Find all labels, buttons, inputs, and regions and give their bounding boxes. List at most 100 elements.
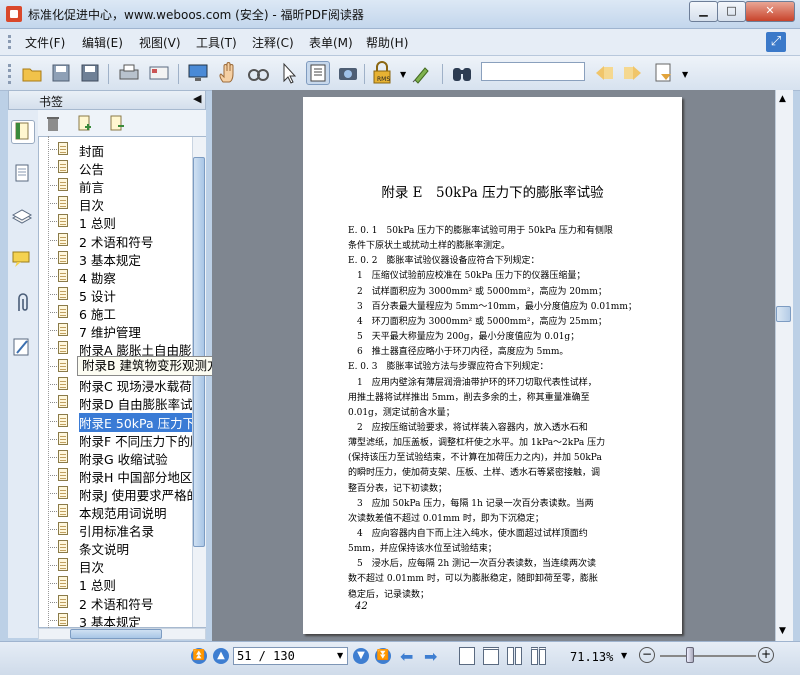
bookmark-item[interactable]: 引用标准名录 [39,520,193,539]
document-scroll-thumb[interactable] [776,306,791,322]
open-folder-icon[interactable] [20,61,44,85]
maximize-button[interactable]: □ [717,1,746,22]
collapse-panel-icon[interactable]: ◀ [193,92,201,105]
snapshot-camera-icon[interactable] [336,61,360,85]
full-screen-monitor-icon[interactable] [186,61,210,85]
pages-tab-icon[interactable] [11,162,33,184]
facing-view-icon[interactable] [507,647,514,665]
bookmark-item[interactable]: 附录J 使用要求严格的地面构造 [39,484,205,503]
add-child-bookmark-icon[interactable] [108,114,126,132]
close-button[interactable]: ✕ [745,1,795,22]
sign-pen-icon[interactable] [410,61,434,85]
page-text-line: 3 百分表最大量程应为 5mm～10mm，最小分度值应为 0.01mm； [348,301,637,312]
print-icon[interactable] [117,61,141,85]
bookmark-item[interactable]: 本规范用词说明 [39,502,193,521]
page-dropdown-icon[interactable]: ▼ [337,651,343,660]
select-text-icon[interactable] [306,61,330,85]
bookmark-item[interactable]: 2 术语和符号 [39,231,193,250]
bookmark-item[interactable]: 附录G 收缩试验 [39,448,193,467]
bookmark-item[interactable]: 目次 [39,194,193,213]
bookmark-item[interactable]: 附录H 中国部分地区的蒸发力及降水量表 [39,466,205,485]
bookmarks-hscroll-thumb[interactable] [70,629,162,639]
comments-tab-icon[interactable] [11,248,33,270]
bookmark-item[interactable]: 附录E 50kPa 压力下的膨胀率试验 [39,412,205,432]
rms-lock-icon[interactable]: RMS [369,61,399,85]
find-previous-icon[interactable] [592,61,616,85]
zoom-glasses-icon[interactable] [246,61,270,85]
binoculars-icon[interactable] [450,61,474,85]
add-bookmark-icon[interactable] [76,114,94,132]
document-vertical-scrollbar[interactable]: ▲ ▼ [775,90,793,641]
bookmark-item[interactable]: 附录C 现场浸水载荷试验 [39,375,205,394]
zoom-dropdown-icon[interactable]: ▼ [621,651,627,660]
page-text-line: 1 应用内壁涂有薄层润滑油带护环的环刀切取代表性试样， [348,377,597,388]
menu-item[interactable]: 文件(F) [25,34,65,51]
menu-item[interactable]: 工具(T) [196,34,237,51]
bookmark-item[interactable]: 附录F 不同压力下的膨胀率及膨胀力试验 [39,430,205,449]
hand-tool-icon[interactable] [216,61,240,85]
tree-connector [50,149,57,150]
find-next-icon[interactable] [621,61,645,85]
zoom-in-icon[interactable]: + [758,647,774,663]
zoom-slider-track[interactable] [660,655,756,657]
select-arrow-icon[interactable] [276,61,300,85]
bookmark-item[interactable]: 目次 [39,556,193,575]
continuous-facing-view-icon[interactable] [531,647,538,665]
dropdown-arrow-icon[interactable]: ▼ [682,70,688,79]
zoom-level[interactable]: 71.13% [570,650,613,664]
menu-item[interactable]: 表单(M) [309,34,353,51]
page-number-field[interactable]: 51 / 130 [233,647,348,665]
tree-connector [50,402,57,404]
menu-item[interactable]: 帮助(H) [366,34,408,51]
save-as-icon[interactable] [78,61,102,85]
zoom-slider-thumb[interactable] [686,647,694,663]
bookmark-item[interactable]: 1 总则 [39,212,193,231]
forward-arrow-icon[interactable]: ➡ [424,647,437,666]
minimize-button[interactable]: ▁ [689,1,718,22]
bookmark-item[interactable]: 附录D 自由膨胀率试验 [39,393,205,412]
foxit-app-icon [6,6,22,22]
single-page-view-icon[interactable] [459,647,475,665]
page-text-line: 2 试样面积应为 3000mm² 或 5000mm²，高应为 20mm； [348,286,607,297]
previous-page-icon[interactable]: ▲ [213,648,229,664]
zoom-out-icon[interactable]: − [639,647,655,663]
signatures-tab-icon[interactable] [11,336,33,358]
bookmark-page-icon [58,431,68,445]
toolbar-separator [442,64,443,84]
pdf-page[interactable]: 附录 E 50kPa 压力下的膨胀率试验 E. 0. 1 50kPa 压力下的膨… [303,97,682,634]
save-icon[interactable] [49,61,73,85]
bookmark-item[interactable]: 3 基本规定 [39,611,193,627]
layers-tab-icon[interactable] [11,206,33,228]
fullscreen-icon[interactable]: ⤢ [766,32,786,52]
bookmark-item[interactable]: 6 施工 [39,303,193,322]
menu-item[interactable]: 编辑(E) [82,34,123,51]
back-arrow-icon[interactable]: ⬅ [400,647,413,666]
menu-item[interactable]: 注释(C) [252,34,294,51]
bookmarks-tab-icon[interactable] [11,120,35,144]
bookmark-item[interactable]: 条文说明 [39,538,193,557]
bookmark-item[interactable]: 封面 [39,140,193,159]
bookmark-item[interactable]: 7 维护管理 [39,321,193,340]
scroll-up-icon[interactable]: ▲ [779,94,786,104]
next-page-icon[interactable]: ▼ [353,648,369,664]
first-page-icon[interactable]: ⏫ [191,648,207,664]
bookmark-item[interactable]: 3 基本规定 [39,249,193,268]
bookmark-item[interactable]: 2 术语和符号 [39,593,193,612]
bookmark-item[interactable]: 4 勘察 [39,267,193,286]
delete-bookmark-trash-icon[interactable] [44,114,62,132]
bookmark-item[interactable]: 5 设计 [39,285,193,304]
bookmarks-scroll-thumb[interactable] [193,157,205,547]
find-input[interactable] [481,62,585,81]
last-page-icon[interactable]: ⏬ [375,648,391,664]
menu-item[interactable]: 视图(V) [139,34,181,51]
email-icon[interactable] [147,61,171,85]
bookmark-item[interactable]: 公告 [39,158,193,177]
scroll-down-icon[interactable]: ▼ [779,626,786,636]
bookmark-item[interactable]: 附录A 膨胀土自由膨胀率试验 [39,339,205,358]
attachments-paperclip-icon[interactable] [11,292,33,314]
bookmark-item[interactable]: 1 总则 [39,574,193,593]
continuous-view-icon[interactable] [483,647,499,665]
bookmark-item[interactable]: 前言 [39,176,193,195]
dropdown-arrow-icon[interactable]: ▼ [400,70,406,79]
find-options-icon[interactable] [652,61,676,85]
